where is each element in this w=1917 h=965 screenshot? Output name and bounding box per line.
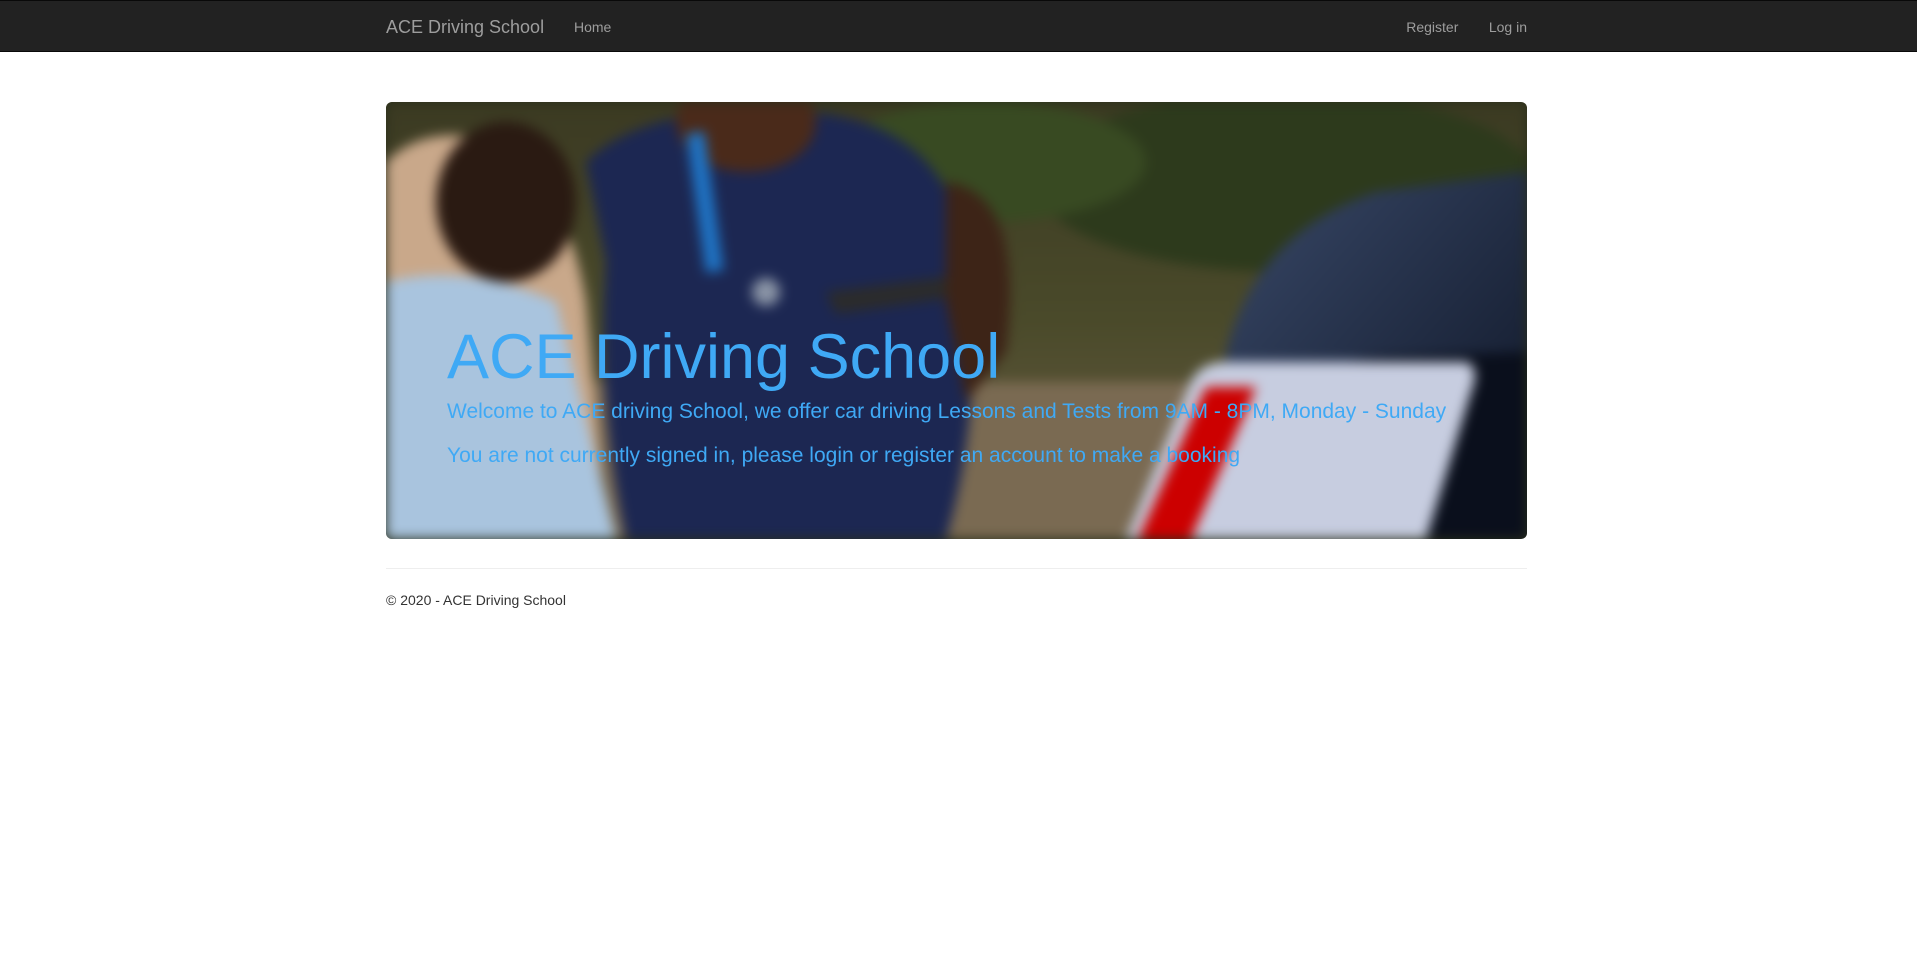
hero-text: ACE Driving School Welcome to ACE drivin… [447, 322, 1446, 468]
hero-title: ACE Driving School [447, 322, 1001, 392]
navbar-container: ACE Driving School Home Register Log in [386, 1, 1527, 51]
footer-copyright: © 2020 - ACE Driving School [386, 592, 566, 608]
nav-home-link[interactable]: Home [574, 1, 611, 53]
brand-link[interactable]: ACE Driving School [386, 1, 544, 53]
nav-register-link[interactable]: Register [1406, 1, 1458, 53]
top-navbar: ACE Driving School Home Register Log in [0, 0, 1917, 52]
main-container: ACE Driving School Welcome to ACE drivin… [386, 102, 1527, 539]
signin-notice: You are not currently signed in, please … [447, 444, 1241, 467]
hero-intro: Welcome to ACE driving School, we offer … [447, 400, 1447, 423]
hero-banner: ACE Driving School Welcome to ACE drivin… [386, 102, 1527, 539]
nav-login-link[interactable]: Log in [1489, 1, 1527, 53]
navbar-right: Register Log in [1380, 1, 1527, 53]
footer-divider [386, 568, 1527, 569]
hero-background-image [386, 102, 1527, 539]
